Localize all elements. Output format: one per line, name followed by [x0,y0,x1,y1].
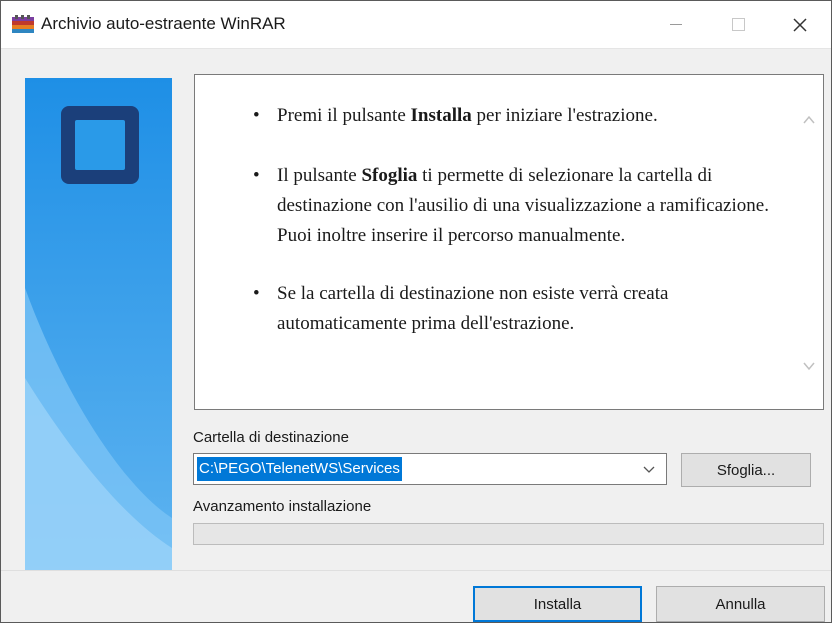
banner-graphic [25,78,172,570]
maximize-icon [731,18,745,31]
instructions-panel[interactable]: • Premi il pulsante Installa per iniziar… [194,74,824,410]
minimize-button[interactable] [645,1,707,48]
app-logo-icon [61,106,139,184]
scroll-up-icon[interactable] [802,113,816,127]
instruction-item: • Premi il pulsante Installa per iniziar… [195,101,795,131]
bullet-icon: • [253,283,260,304]
progress-label: Avanzamento installazione [193,498,372,515]
instruction-bold: Sfoglia [361,165,418,186]
winrar-icon [12,15,34,33]
instruction-item: • Se la cartella di destinazione non esi… [195,279,795,339]
winrar-sfx-window: Archivio auto-estraente WinRAR • Premi i… [0,0,832,623]
title-bar[interactable]: Archivio auto-estraente WinRAR [1,1,831,49]
vertical-scrollbar[interactable] [795,75,823,409]
chevron-down-icon[interactable] [640,460,658,478]
cancel-button[interactable]: Annulla [656,586,825,622]
browse-button[interactable]: Sfoglia... [681,453,811,487]
scroll-down-icon[interactable] [802,359,816,373]
instructions-text: • Premi il pulsante Installa per iniziar… [195,75,795,409]
window-title: Archivio auto-estraente WinRAR [41,14,286,33]
destination-input[interactable]: C:\PEGO\TelenetWS\Services [197,457,402,481]
instruction-bold: Installa [410,105,472,126]
close-icon [793,17,807,32]
bullet-icon: • [253,165,260,186]
maximize-button[interactable] [707,1,769,48]
bullet-icon: • [253,105,260,126]
close-button[interactable] [769,1,831,48]
sfx-banner [25,78,172,570]
destination-label: Cartella di destinazione [193,429,349,446]
installation-progress-bar [193,523,824,545]
instruction-text: Il pulsante [277,165,362,186]
instruction-item: • Il pulsante Sfoglia ti permette di sel… [195,161,795,251]
instruction-text: per iniziare l'estrazione. [471,105,658,126]
destination-combobox[interactable]: C:\PEGO\TelenetWS\Services [193,453,667,485]
instruction-text: Se la cartella di destinazione non esist… [277,283,669,334]
instruction-text: Premi il pulsante [277,105,411,126]
install-button[interactable]: Installa [473,586,642,622]
instructions-list: • Premi il pulsante Installa per iniziar… [195,101,795,339]
footer-divider [1,570,831,571]
minimize-icon [670,24,682,25]
